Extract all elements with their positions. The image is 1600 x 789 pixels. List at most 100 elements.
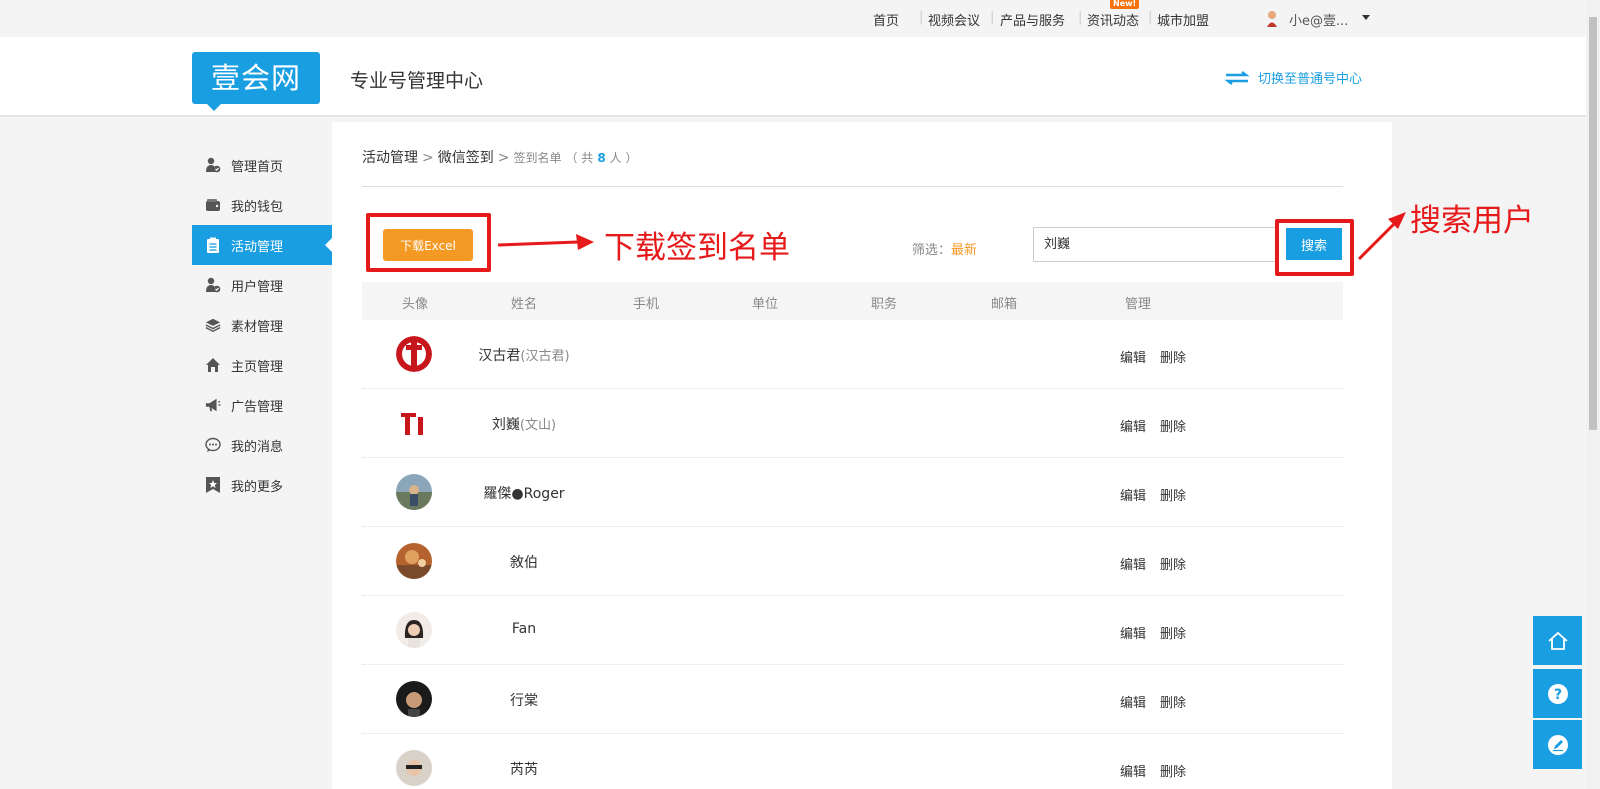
edit-link[interactable]: 编辑 xyxy=(1120,485,1146,504)
breadcrumb: 活动管理 > 微信签到 > 签到名单 （ 共 8 人 ） xyxy=(362,147,638,167)
user-name: 羅傑●Roger xyxy=(483,486,565,502)
sidebar-item-label: 我的钱包 xyxy=(231,199,284,215)
sidebar-item-wallet[interactable]: 我的钱包 xyxy=(192,185,332,225)
nav-products-link[interactable]: 产品与服务 xyxy=(1000,10,1065,29)
layers-icon xyxy=(205,317,221,333)
chat-bubble-icon xyxy=(205,437,221,453)
sidebar-item-users[interactable]: 用户管理 xyxy=(192,265,332,305)
logo-notch xyxy=(207,104,221,111)
column-header-email: 邮箱 xyxy=(990,297,1018,312)
nav-separator: | xyxy=(990,10,995,25)
new-badge: New! xyxy=(1110,0,1140,9)
breadcrumb-count-prefix: （ 共 xyxy=(565,151,594,165)
delete-link[interactable]: 删除 xyxy=(1160,554,1186,573)
float-home-button[interactable] xyxy=(1533,616,1582,665)
sidebar-item-more[interactable]: 我的更多 xyxy=(192,465,332,505)
site-logo[interactable]: 壹会网 xyxy=(192,52,320,104)
sidebar-item-label: 主页管理 xyxy=(231,359,284,375)
highlight-box-excel xyxy=(366,213,491,272)
header: 壹会网 专业号管理中心 切换至普通号中心 xyxy=(0,37,1586,117)
sidebar-item-homepage[interactable]: 主页管理 xyxy=(192,345,332,385)
megaphone-icon xyxy=(205,397,221,413)
edit-link[interactable]: 编辑 xyxy=(1120,554,1146,573)
sidebar-item-label: 素材管理 xyxy=(231,319,284,335)
search-input[interactable]: 刘巍 xyxy=(1033,227,1277,262)
sidebar-item-label: 广告管理 xyxy=(231,399,284,415)
highlight-box-search xyxy=(1275,219,1354,276)
sidebar: 管理首页 我的钱包 活动管理 用户管理 素材管理 主页管理 广告管理 我的消息 … xyxy=(192,145,332,505)
avatar xyxy=(396,543,432,579)
table-header: 头像 姓名 手机 单位 职务 邮箱 管理 xyxy=(362,282,1343,320)
delete-link[interactable]: 删除 xyxy=(1160,347,1186,366)
attendee-count: 8 xyxy=(597,151,606,165)
delete-link[interactable]: 删除 xyxy=(1160,692,1186,711)
delete-link[interactable]: 删除 xyxy=(1160,416,1186,435)
nav-city-join-link[interactable]: 城市加盟 xyxy=(1157,10,1209,29)
avatar xyxy=(396,750,432,786)
sidebar-item-label: 我的更多 xyxy=(231,479,284,495)
edit-link[interactable]: 编辑 xyxy=(1120,416,1146,435)
avatar xyxy=(396,612,432,648)
edit-link[interactable]: 编辑 xyxy=(1120,623,1146,642)
float-help-button[interactable]: ? xyxy=(1533,669,1582,718)
edit-link[interactable]: 编辑 xyxy=(1120,347,1146,366)
user-name: 芮芮 xyxy=(510,762,538,778)
avatar xyxy=(396,336,432,372)
delete-link[interactable]: 删除 xyxy=(1160,761,1186,780)
sidebar-item-activity[interactable]: 活动管理 xyxy=(192,225,332,265)
filter-value[interactable]: 最新 xyxy=(951,243,977,258)
scrollbar[interactable] xyxy=(1586,0,1600,789)
star-bookmark-icon xyxy=(205,477,221,493)
nav-separator: | xyxy=(1078,10,1083,25)
help-icon: ? xyxy=(1547,683,1568,704)
home-icon xyxy=(1547,631,1568,650)
edit-link[interactable]: 编辑 xyxy=(1120,761,1146,780)
breadcrumb-wechat-checkin-link[interactable]: 微信签到 xyxy=(438,147,494,167)
sidebar-item-label: 管理首页 xyxy=(231,159,284,175)
table-row: 刘巍(文山) 编辑 删除 xyxy=(362,389,1343,458)
sidebar-item-label: 用户管理 xyxy=(231,279,284,295)
edit-link[interactable]: 编辑 xyxy=(1120,692,1146,711)
sidebar-item-materials[interactable]: 素材管理 xyxy=(192,305,332,345)
table-row: 芮芮 编辑 删除 xyxy=(362,734,1343,789)
user-name: 行棠 xyxy=(510,693,538,709)
sidebar-item-label: 我的消息 xyxy=(231,439,284,455)
delete-link[interactable]: 删除 xyxy=(1160,623,1186,642)
filter-control[interactable]: 筛选：最新 xyxy=(912,239,977,258)
column-header-phone: 手机 xyxy=(632,297,660,312)
caret-down-icon[interactable] xyxy=(1362,15,1370,20)
annotation-download-note: 下载签到名单 xyxy=(604,230,790,266)
breadcrumb-separator: > xyxy=(497,150,510,166)
user-name-menu[interactable]: 小e@壹... xyxy=(1289,10,1348,29)
table-row: Fan 编辑 删除 xyxy=(362,596,1343,665)
sidebar-item-ads[interactable]: 广告管理 xyxy=(192,385,332,425)
scrollbar-thumb[interactable] xyxy=(1589,17,1597,430)
avatar xyxy=(396,474,432,510)
delete-link[interactable]: 删除 xyxy=(1160,485,1186,504)
nav-video-meeting-link[interactable]: 视频会议 xyxy=(928,10,980,29)
user-name: 汉古君(汉古君) xyxy=(478,348,570,364)
switch-center-link[interactable]: 切换至普通号中心 xyxy=(1224,68,1362,87)
annotation-search-note: 搜索用户 xyxy=(1410,203,1534,239)
user-check-icon xyxy=(205,157,221,173)
sidebar-item-label: 活动管理 xyxy=(231,239,284,255)
clipboard-icon xyxy=(205,237,221,253)
nav-home-link[interactable]: 首页 xyxy=(873,10,899,29)
svg-text:?: ? xyxy=(1553,687,1561,703)
user-name: Fan xyxy=(511,621,537,637)
column-header-position: 职务 xyxy=(870,297,898,312)
breadcrumb-activity-link[interactable]: 活动管理 xyxy=(362,147,418,167)
sidebar-item-messages[interactable]: 我的消息 xyxy=(192,425,332,465)
user-name: 刘巍(文山) xyxy=(491,417,557,433)
table-row: 敘伯 编辑 删除 xyxy=(362,527,1343,596)
avatar xyxy=(396,681,432,717)
switch-center-label: 切换至普通号中心 xyxy=(1258,72,1363,87)
user-avatar-icon[interactable] xyxy=(1265,10,1279,28)
float-feedback-button[interactable] xyxy=(1533,720,1582,769)
column-header-manage: 管理 xyxy=(1124,297,1152,312)
user-name: 敘伯 xyxy=(510,555,538,571)
nav-news-link[interactable]: 资讯动态 xyxy=(1087,10,1139,29)
column-header-company: 单位 xyxy=(751,297,779,312)
table-row: 汉古君(汉古君) 编辑 删除 xyxy=(362,320,1343,389)
sidebar-item-dashboard[interactable]: 管理首页 xyxy=(192,145,332,185)
